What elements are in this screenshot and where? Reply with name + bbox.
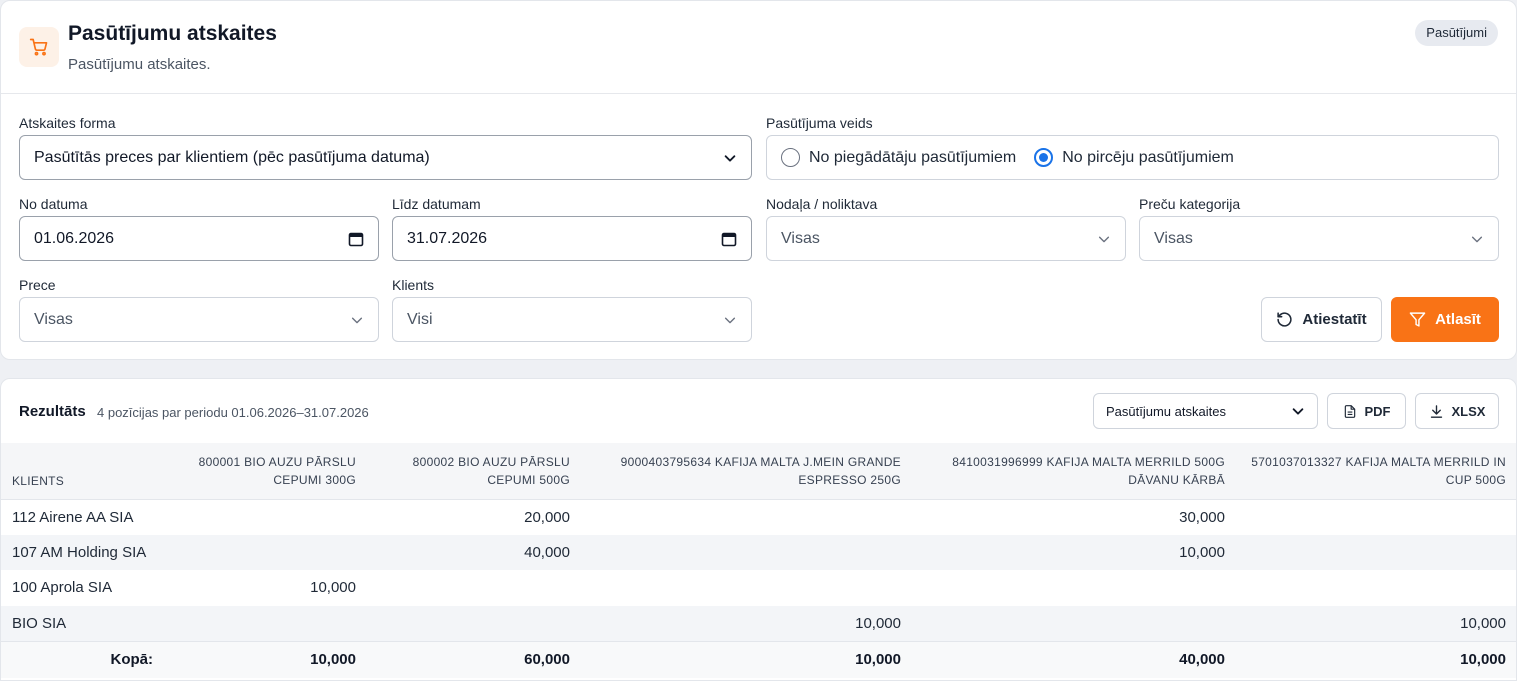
module-badge: Pasūtījumi [1415,20,1498,46]
total-cell: 10,000 [165,640,368,678]
quantity-cell [913,605,1237,641]
total-cell: 10,000 [1237,640,1516,678]
results-title: Rezultāts [19,403,86,420]
filter-icon [1409,312,1426,327]
category-label: Preču kategorija [1139,196,1241,212]
report-form-select[interactable]: Pasūtītās preces par klientiem (pēc pasū… [19,135,752,180]
column-header-client[interactable]: Klients [1,443,165,500]
chevron-down-icon [1471,236,1483,242]
chevron-down-icon [1292,408,1304,415]
department-value: Visas [781,229,820,247]
quantity-cell: 10,000 [913,534,1237,570]
results-card: Rezultāts 4 pozīcijas par periodu 01.06.… [0,378,1517,681]
total-cell: 10,000 [582,640,913,678]
document-icon [1344,404,1355,418]
quantity-cell: 10,000 [1237,605,1516,641]
quantity-cell [582,570,913,606]
product-value: Visas [34,310,73,328]
column-header-product[interactable]: 9000403795634 KAFIJA MALTA J.MEIN GRANDE… [582,443,913,500]
page-subtitle: Pasūtījumu atskaites. [68,56,211,73]
chevron-down-icon [351,317,363,323]
department-select[interactable]: Visas [766,216,1126,261]
quantity-cell [368,605,582,641]
date-from-input[interactable]: 01.06.2026 [19,216,379,261]
date-to-input[interactable]: 31.07.2026 [392,216,752,261]
quantity-cell [913,570,1237,606]
quantity-cell [1237,534,1516,570]
client-cell: 107 AM Holding SIA [1,534,165,570]
client-cell: 100 Aprola SIA [12,579,113,597]
category-select[interactable]: Visas [1139,216,1499,261]
date-to-value: 31.07.2026 [407,229,488,247]
client-cell: BIO SIA [1,605,165,641]
report-form-label: Atskaites forma [19,115,116,131]
report-form-value: Pasūtītās preces par klientiem (pēc pasū… [34,148,430,166]
chevron-down-icon [724,317,736,323]
totals-label: Kopā: [1,640,165,678]
export-xlsx-button[interactable]: XLSX [1415,393,1499,429]
filters-card: Pasūtījumu atskaites Pasūtījumu atskaite… [0,0,1517,360]
client-value: Visi [407,310,433,328]
apply-filter-button[interactable]: Atlasīt [1391,297,1499,342]
product-select[interactable]: Visas [19,297,379,342]
date-to-label: Līdz datumam [392,196,481,212]
order-type-label: Pasūtījuma veids [766,115,873,131]
radio-supplier-orders[interactable]: No piegādātāju pasūtījumiem [781,148,1016,167]
chevron-down-icon [724,154,736,162]
totals-row: Kopā: 10,000 60,000 10,000 40,000 10,000 [1,640,1516,678]
column-header-product[interactable]: 5701037013327 KAFIJA MALTA MERRILD IN CU… [1237,443,1516,500]
report-type-select[interactable]: Pasūtījumu atskaites [1093,393,1318,429]
department-label: Nodaļa / noliktava [766,196,878,212]
quantity-cell [368,570,582,606]
page-header: Pasūtījumu atskaites Pasūtījumu atskaite… [1,1,1516,94]
client-label: Klients [392,277,435,293]
table-header-row: Klients 800001 BIO AUZU PĀRSLU CEPUMI 30… [1,443,1516,500]
chevron-down-icon [1098,236,1110,242]
date-from-label: No datuma [19,196,88,212]
cart-icon [19,27,59,67]
page-title: Pasūtījumu atskaites [68,22,277,45]
reset-icon [1277,312,1293,327]
quantity-cell: 10,000 [310,579,356,597]
quantity-cell [1237,499,1516,535]
client-select[interactable]: Visi [392,297,752,342]
quantity-cell [582,534,913,570]
download-icon [1430,404,1442,418]
results-subtitle: 4 pozīcijas par periodu 01.06.2026–31.07… [97,405,369,420]
quantity-cell [165,605,368,641]
category-value: Visas [1154,229,1193,247]
quantity-cell [1237,570,1516,606]
total-cell: 60,000 [368,640,582,678]
results-table: Klients 800001 BIO AUZU PĀRSLU CEPUMI 30… [1,443,1516,678]
quantity-cell [165,499,368,535]
client-cell: 112 Airene AA SIA [12,508,134,526]
table-row: 100 Aprola SIA 10,000 [1,570,1516,606]
order-type-radio-group: No piegādātāju pasūtījumiem No pircēju p… [766,135,1499,180]
radio-circle-selected[interactable] [1034,148,1054,167]
quantity-cell: 30,000 [1179,508,1225,526]
calendar-icon[interactable] [348,231,364,247]
table-row: 107 AM Holding SIA 40,000 10,000 [1,534,1516,570]
quantity-cell: 40,000 [368,534,582,570]
radio-customer-orders[interactable]: No pircēju pasūtījumiem [1034,148,1234,167]
total-cell: 40,000 [913,640,1237,678]
product-label: Prece [19,277,56,293]
export-pdf-button[interactable]: PDF [1327,393,1406,429]
table-row: BIO SIA 10,000 10,000 [1,605,1516,641]
calendar-icon[interactable] [721,231,737,247]
column-header-product[interactable]: 800001 BIO AUZU PĀRSLU CEPUMI 300G [165,443,368,500]
column-header-product[interactable]: 8410031996999 KAFIJA MALTA MERRILD 500G … [913,443,1237,500]
date-from-value: 01.06.2026 [34,229,115,247]
column-header-product[interactable]: 800002 BIO AUZU PĀRSLU CEPUMI 500G [368,443,582,500]
quantity-cell: 10,000 [582,605,913,641]
radio-circle[interactable] [781,148,800,167]
table-row: 112 Airene AA SIA 20,000 30,000 [1,499,1516,535]
quantity-cell [582,499,913,535]
reset-button[interactable]: Atiestatīt [1261,297,1382,342]
quantity-cell: 20,000 [524,508,570,526]
quantity-cell [165,534,368,570]
